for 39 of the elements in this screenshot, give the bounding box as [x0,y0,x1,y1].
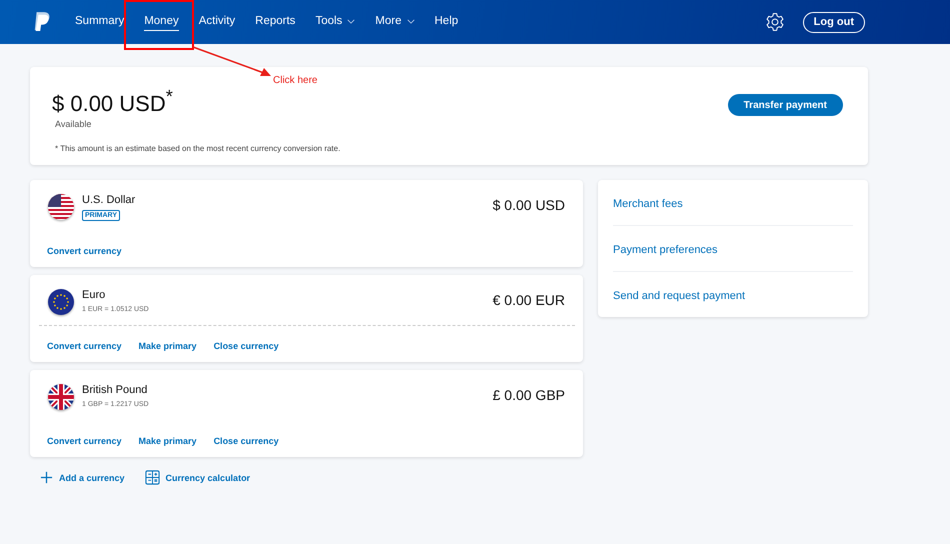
currency-name: British Pound [82,384,148,396]
currency-name: Euro [82,289,106,301]
nav-tab[interactable]: More [365,2,424,42]
side-link[interactable]: Payment preferences [613,226,853,272]
uk-flag-icon [47,383,75,411]
currency-action-link[interactable]: Convert currency [47,246,122,256]
add-currency-link[interactable]: Add a currency [40,470,125,485]
nav-tab[interactable]: Tools [305,2,366,42]
transfer-payment-button[interactable]: Transfer payment [728,94,843,116]
nav-tab[interactable]: Activity [188,2,246,42]
side-link[interactable]: Merchant fees [613,180,853,226]
annotation-label: Click here [273,75,318,86]
settings-icon[interactable] [764,12,785,32]
estimate-note: * This amount is an estimate based on the most recent currency conversion rate. [55,144,340,154]
currency-action-link[interactable]: Make primary [138,341,197,351]
currency-name: U.S. Dollar [82,194,136,206]
balance-caption: Available [55,119,92,130]
balance-amount: $ 0.00 USD$^{*}$ [52,86,174,118]
currency-action-link[interactable]: Close currency [214,341,279,351]
currency-action-link[interactable]: Convert currency [47,436,122,446]
side-link[interactable]: Send and request payment [613,272,853,317]
nav-tab[interactable]: Summary [65,2,134,42]
nav-tab[interactable]: Reports [245,2,306,42]
logo-icon[interactable] [33,11,51,33]
currency-balance: $ 0.00 USD [492,197,565,213]
calculator-icon [144,470,160,485]
nav-tab[interactable]: Help [424,2,468,42]
currency-balance: £ 0.00 GBP [492,387,565,403]
highlight-frame [124,0,194,50]
currency-balance: € 0.00 EUR [492,292,565,308]
eu-flag-icon [47,288,75,316]
plus-icon [40,471,53,484]
currency-action-link[interactable]: Close currency [214,436,279,446]
currency-action-link[interactable]: Convert currency [47,341,122,351]
us-flag-icon [47,193,75,221]
currency-calculator-link[interactable]: Currency calculator [144,470,250,485]
logout-button[interactable]: Log out [802,12,865,32]
nav-tab[interactable]: Money [134,2,189,42]
currency-action-link[interactable]: Make primary [138,436,197,446]
